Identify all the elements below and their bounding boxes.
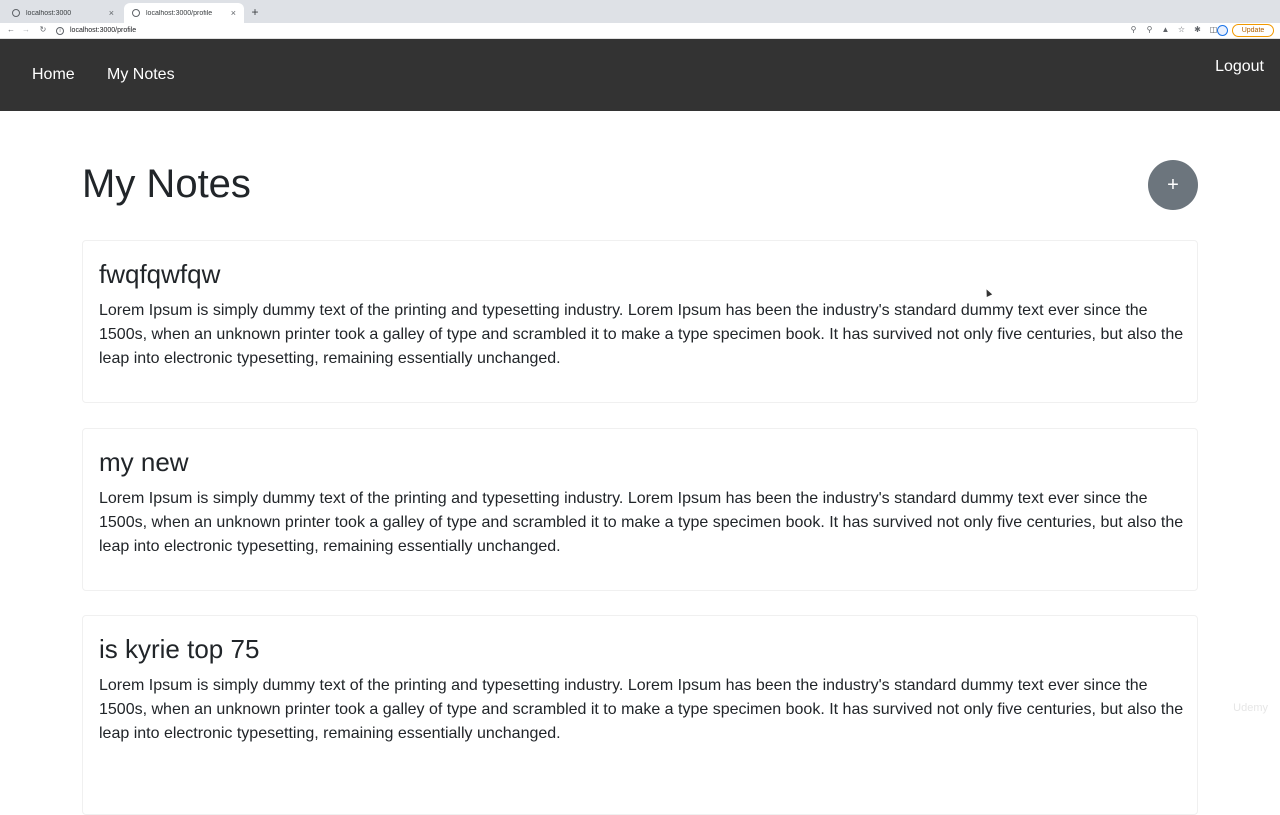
site-info-icon[interactable]: i [56,27,64,35]
toolbar-icons: ⚲ ⚲ ▲ ☆ ✱ ◫ [1129,25,1218,35]
nav-link-home[interactable]: Home [32,66,75,84]
note-card[interactable]: is kyrie top 75 Lorem Ipsum is simply du… [82,615,1198,815]
forward-arrow-icon[interactable]: → [20,24,32,36]
browser-tab[interactable]: localhost:3000 × [4,3,122,23]
share-icon[interactable]: ▲ [1161,25,1170,35]
globe-icon [12,9,20,17]
tab-title: localhost:3000 [26,10,109,17]
browser-toolbar: ← → ↻ i localhost:3000/profile ⚲ ⚲ ▲ ☆ ✱… [0,23,1280,39]
note-card[interactable]: fwqfqwfqw Lorem Ipsum is simply dummy te… [82,240,1198,403]
new-tab-button[interactable]: + [248,4,262,20]
watermark: Udemy [1233,702,1268,714]
note-title: fwqfqwfqw [99,257,220,291]
globe-icon [132,9,140,17]
close-icon[interactable]: × [109,8,114,18]
browser-tab-bar: localhost:3000 × localhost:3000/profile … [0,0,1280,23]
nav-link-my-notes[interactable]: My Notes [107,66,175,84]
add-note-button[interactable]: + [1148,160,1198,210]
extensions-icon[interactable]: ✱ [1193,25,1202,35]
tab-title: localhost:3000/profile [146,10,231,17]
address-bar[interactable]: i localhost:3000/profile [56,24,1106,37]
note-body: Lorem Ipsum is simply dummy text of the … [99,487,1189,559]
note-title: my new [99,445,189,479]
zoom-icon[interactable]: ⚲ [1145,25,1154,35]
logout-link[interactable]: Logout [1215,58,1264,76]
note-body: Lorem Ipsum is simply dummy text of the … [99,674,1189,746]
close-icon[interactable]: × [231,8,236,18]
url-text: localhost:3000/profile [70,27,136,34]
update-button[interactable]: Update [1232,24,1274,37]
profile-icon[interactable] [1217,25,1228,36]
key-icon[interactable]: ⚲ [1129,25,1138,35]
page-title: My Notes [82,160,251,208]
note-body: Lorem Ipsum is simply dummy text of the … [99,299,1189,371]
reload-icon[interactable]: ↻ [37,24,49,36]
note-card[interactable]: my new Lorem Ipsum is simply dummy text … [82,428,1198,591]
app-navbar: Home My Notes Logout [0,39,1280,111]
note-title: is kyrie top 75 [99,632,259,666]
back-arrow-icon[interactable]: ← [5,24,17,36]
star-icon[interactable]: ☆ [1177,25,1186,35]
browser-tab-active[interactable]: localhost:3000/profile × [124,3,244,23]
